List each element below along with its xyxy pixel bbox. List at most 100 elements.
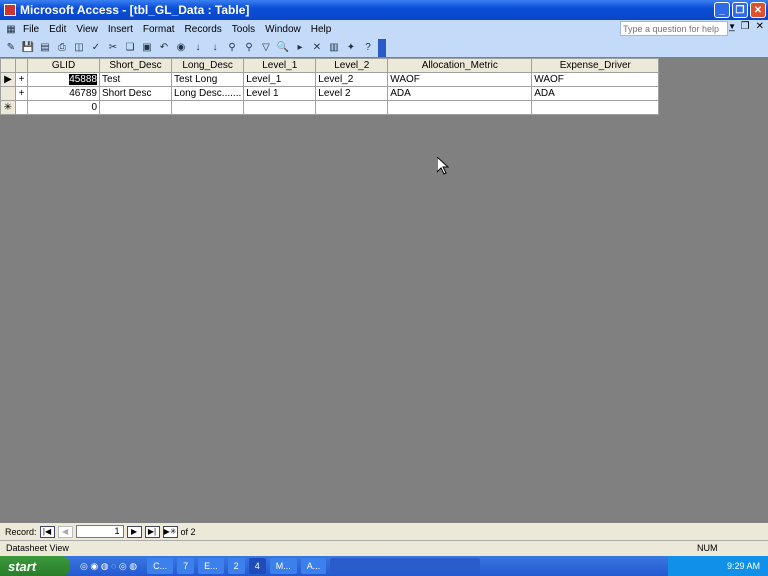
find-icon[interactable]: 🔍	[276, 41, 290, 55]
column-header[interactable]: Short_Desc	[99, 58, 172, 73]
child-close-button[interactable]: ✕	[756, 21, 764, 32]
taskbar-item[interactable]: A...	[300, 558, 327, 574]
toolbar: ✎ 💾 ▤ ⎙ ◫ ✓ ✂ ❏ ▣ ↶ ◉ ↓ ↓ ⚲ ⚲ ▽ 🔍 ▸ ✕ ▥ …	[0, 38, 768, 57]
window-title: Microsoft Access - [tbl_GL_Data : Table]	[20, 3, 250, 17]
minimize-button[interactable]: _	[714, 2, 730, 18]
cell[interactable]: Test	[99, 72, 172, 87]
save-icon[interactable]: 💾	[21, 41, 35, 55]
taskbar: start ◎ ◉ ◍ ◌ ◎ ◍ C... 7 E... 2 4 M... A…	[0, 556, 768, 576]
menu-insert[interactable]: Insert	[103, 24, 138, 35]
undo-icon[interactable]: ↶	[157, 41, 171, 55]
quick-launch[interactable]: ◎ ◉ ◍ ◌ ◎ ◍	[74, 558, 143, 574]
cell[interactable]: Level_1	[243, 72, 317, 87]
new-record-icon[interactable]: ▸	[293, 41, 307, 55]
hyperlink-icon[interactable]: ◉	[174, 41, 188, 55]
cell[interactable]: 0	[27, 100, 100, 115]
table-row: ▶ + 45888 Test Test Long Level_1 Level_2…	[0, 72, 660, 87]
taskbar-item[interactable]: M...	[269, 558, 297, 574]
view-icon[interactable]: ✎	[4, 41, 18, 55]
column-header[interactable]: Level_1	[243, 58, 317, 73]
previous-record-button[interactable]: ◀	[57, 525, 73, 538]
table-row: + 46789 Short Desc Long Desc....... Leve…	[0, 86, 660, 101]
new-record-button[interactable]: ▶✳	[162, 525, 178, 538]
filter-form-icon[interactable]: ⚲	[242, 41, 256, 55]
first-record-button[interactable]: |◀	[39, 525, 55, 538]
menu-edit[interactable]: Edit	[44, 24, 71, 35]
cell[interactable]: Level 1	[243, 86, 317, 101]
cut-icon[interactable]: ✂	[106, 41, 120, 55]
cell[interactable]: ADA	[531, 86, 660, 101]
copy-icon[interactable]: ❏	[123, 41, 137, 55]
delete-record-icon[interactable]: ✕	[310, 41, 324, 55]
column-header[interactable]: Long_Desc	[170, 58, 245, 73]
cell[interactable]: 45888	[27, 72, 100, 87]
new-object-icon[interactable]: ✦	[344, 41, 358, 55]
header-row: GLID Short_Desc Long_Desc Level_1 Level_…	[0, 58, 660, 73]
menu-records[interactable]: Records	[180, 24, 227, 35]
taskbar-item[interactable]: 7	[177, 558, 195, 574]
media-toolbar[interactable]	[330, 558, 481, 574]
print-icon[interactable]: ⎙	[55, 41, 69, 55]
menu-file[interactable]: File	[18, 24, 44, 35]
record-label: Record:	[5, 526, 37, 537]
taskbar-item[interactable]: 2	[227, 558, 245, 574]
filter-selection-icon[interactable]: ⚲	[225, 41, 239, 55]
spelling-icon[interactable]: ✓	[89, 41, 103, 55]
toolbar-options[interactable]	[378, 38, 386, 57]
access-app-icon	[4, 4, 16, 16]
column-header[interactable]: Expense_Driver	[531, 58, 660, 73]
print-preview-icon[interactable]: ◫	[72, 41, 86, 55]
cell[interactable]: ADA	[387, 86, 533, 101]
column-header[interactable]: GLID	[27, 58, 100, 73]
search-file-icon[interactable]: ▤	[38, 41, 52, 55]
clock: 9:29 AM	[726, 561, 760, 571]
expand-icon[interactable]: +	[15, 86, 28, 101]
title-bar: Microsoft Access - [tbl_GL_Data : Table]…	[0, 0, 768, 20]
menu-format[interactable]: Format	[138, 24, 180, 35]
expand-icon[interactable]: +	[15, 72, 28, 87]
status-bar: Datasheet View NUM	[0, 540, 768, 556]
column-header[interactable]: Level_2	[315, 58, 389, 73]
mouse-cursor-icon	[437, 157, 449, 175]
menu-tools[interactable]: Tools	[227, 24, 260, 35]
cell[interactable]: 46789	[27, 86, 100, 101]
sort-descending-icon[interactable]: ↓	[208, 41, 222, 55]
cell[interactable]: Short Desc	[99, 86, 172, 101]
next-record-button[interactable]: ▶	[126, 525, 142, 538]
table-window-icon[interactable]: ▦	[4, 22, 18, 36]
taskbar-item[interactable]: C...	[147, 558, 174, 574]
menu-view[interactable]: View	[71, 24, 103, 35]
new-record-icon[interactable]: ✳	[0, 100, 16, 115]
num-lock-indicator: NUM	[697, 543, 718, 553]
system-tray: 9:29 AM	[668, 556, 768, 576]
cell[interactable]: WAOF	[531, 72, 660, 87]
column-header[interactable]: Allocation_Metric	[387, 58, 533, 73]
restore-button[interactable]: ❐	[732, 2, 748, 18]
taskbar-item[interactable]: E...	[198, 558, 224, 574]
datasheet-table: GLID Short_Desc Long_Desc Level_1 Level_…	[0, 58, 660, 115]
sort-ascending-icon[interactable]: ↓	[191, 41, 205, 55]
menu-help[interactable]: Help	[306, 24, 337, 35]
cell[interactable]: Level_2	[315, 72, 389, 87]
menu-window[interactable]: Window	[260, 24, 306, 35]
cell[interactable]: Test Long	[170, 72, 245, 87]
start-button[interactable]: start	[0, 556, 70, 576]
last-record-button[interactable]: ▶|	[144, 525, 160, 538]
close-button[interactable]: ✕	[750, 2, 766, 18]
cell[interactable]: WAOF	[387, 72, 533, 87]
child-restore-button[interactable]: ❐	[741, 21, 750, 32]
help-icon[interactable]: ?	[361, 41, 375, 55]
record-count: of 2	[180, 526, 196, 537]
help-search-input[interactable]	[620, 21, 728, 36]
select-all[interactable]	[0, 58, 16, 73]
taskbar-item-active[interactable]: 4	[248, 558, 266, 574]
apply-filter-icon[interactable]: ▽	[259, 41, 273, 55]
current-record-icon[interactable]: ▶	[0, 72, 16, 87]
child-minimize-button[interactable]: _	[729, 21, 735, 32]
paste-icon[interactable]: ▣	[140, 41, 154, 55]
database-window-icon[interactable]: ▥	[327, 41, 341, 55]
cell[interactable]: Level 2	[315, 86, 389, 101]
record-number-input[interactable]: 1	[75, 525, 124, 538]
record-selector[interactable]	[0, 86, 16, 101]
cell[interactable]: Long Desc.......	[170, 86, 245, 101]
